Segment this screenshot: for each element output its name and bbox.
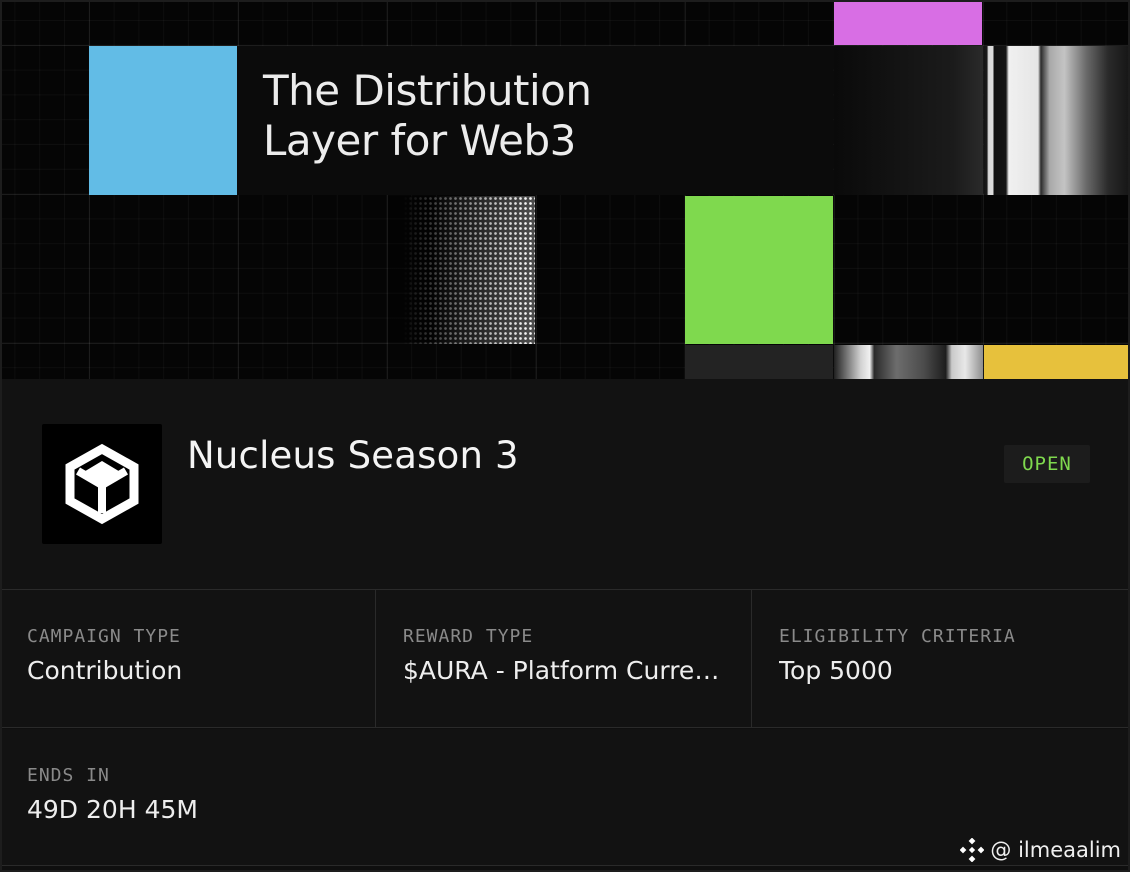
campaign-title: Nucleus Season 3 (187, 434, 519, 477)
ends-in-label: ENDS IN (27, 765, 110, 786)
hero-title-line2: Layer for Web3 (263, 116, 576, 165)
reward-type-label: REWARD TYPE (403, 626, 534, 647)
watermark: @ ilmeaalim (960, 838, 1121, 862)
campaign-type-value: Contribution (27, 656, 183, 685)
hero-title-line1: The Distribution (263, 66, 592, 115)
decorative-fade-tile (834, 46, 983, 195)
decorative-blue-tile (89, 46, 237, 195)
watermark-handle: @ ilmeaalim (990, 838, 1121, 862)
binance-logo-icon (960, 838, 985, 862)
campaign-details: CAMPAIGN TYPE Contribution REWARD TYPE $… (0, 590, 1130, 728)
nucleus-cube-icon (65, 443, 139, 525)
decorative-green-tile (685, 196, 833, 344)
eligibility-cell: ELIGIBILITY CRITERIA Top 5000 (752, 590, 1130, 727)
status-badge: OPEN (1004, 445, 1090, 483)
decorative-yellow-tile (984, 345, 1130, 379)
eligibility-value: Top 5000 (779, 656, 893, 685)
decorative-stripes-tile (984, 46, 1130, 195)
reward-type-value: $AURA - Platform Currency (403, 656, 733, 685)
countdown-value: 49D 20H 45M (27, 795, 198, 824)
campaign-type-label: CAMPAIGN TYPE (27, 626, 181, 647)
hero-banner: The Distribution Layer for Web3 (0, 0, 1130, 379)
campaign-header: Nucleus Season 3 OPEN (0, 379, 1130, 590)
hero-title: The Distribution Layer for Web3 (263, 66, 823, 166)
campaign-logo (42, 424, 162, 544)
decorative-pink-tile (834, 2, 982, 45)
campaign-type-cell: CAMPAIGN TYPE Contribution (0, 590, 376, 727)
eligibility-label: ELIGIBILITY CRITERIA (779, 626, 1016, 647)
decorative-gradient-strip (834, 345, 983, 379)
decorative-halftone-tile (388, 196, 535, 344)
decorative-grey-strip (685, 345, 833, 379)
reward-type-cell: REWARD TYPE $AURA - Platform Currency (376, 590, 752, 727)
